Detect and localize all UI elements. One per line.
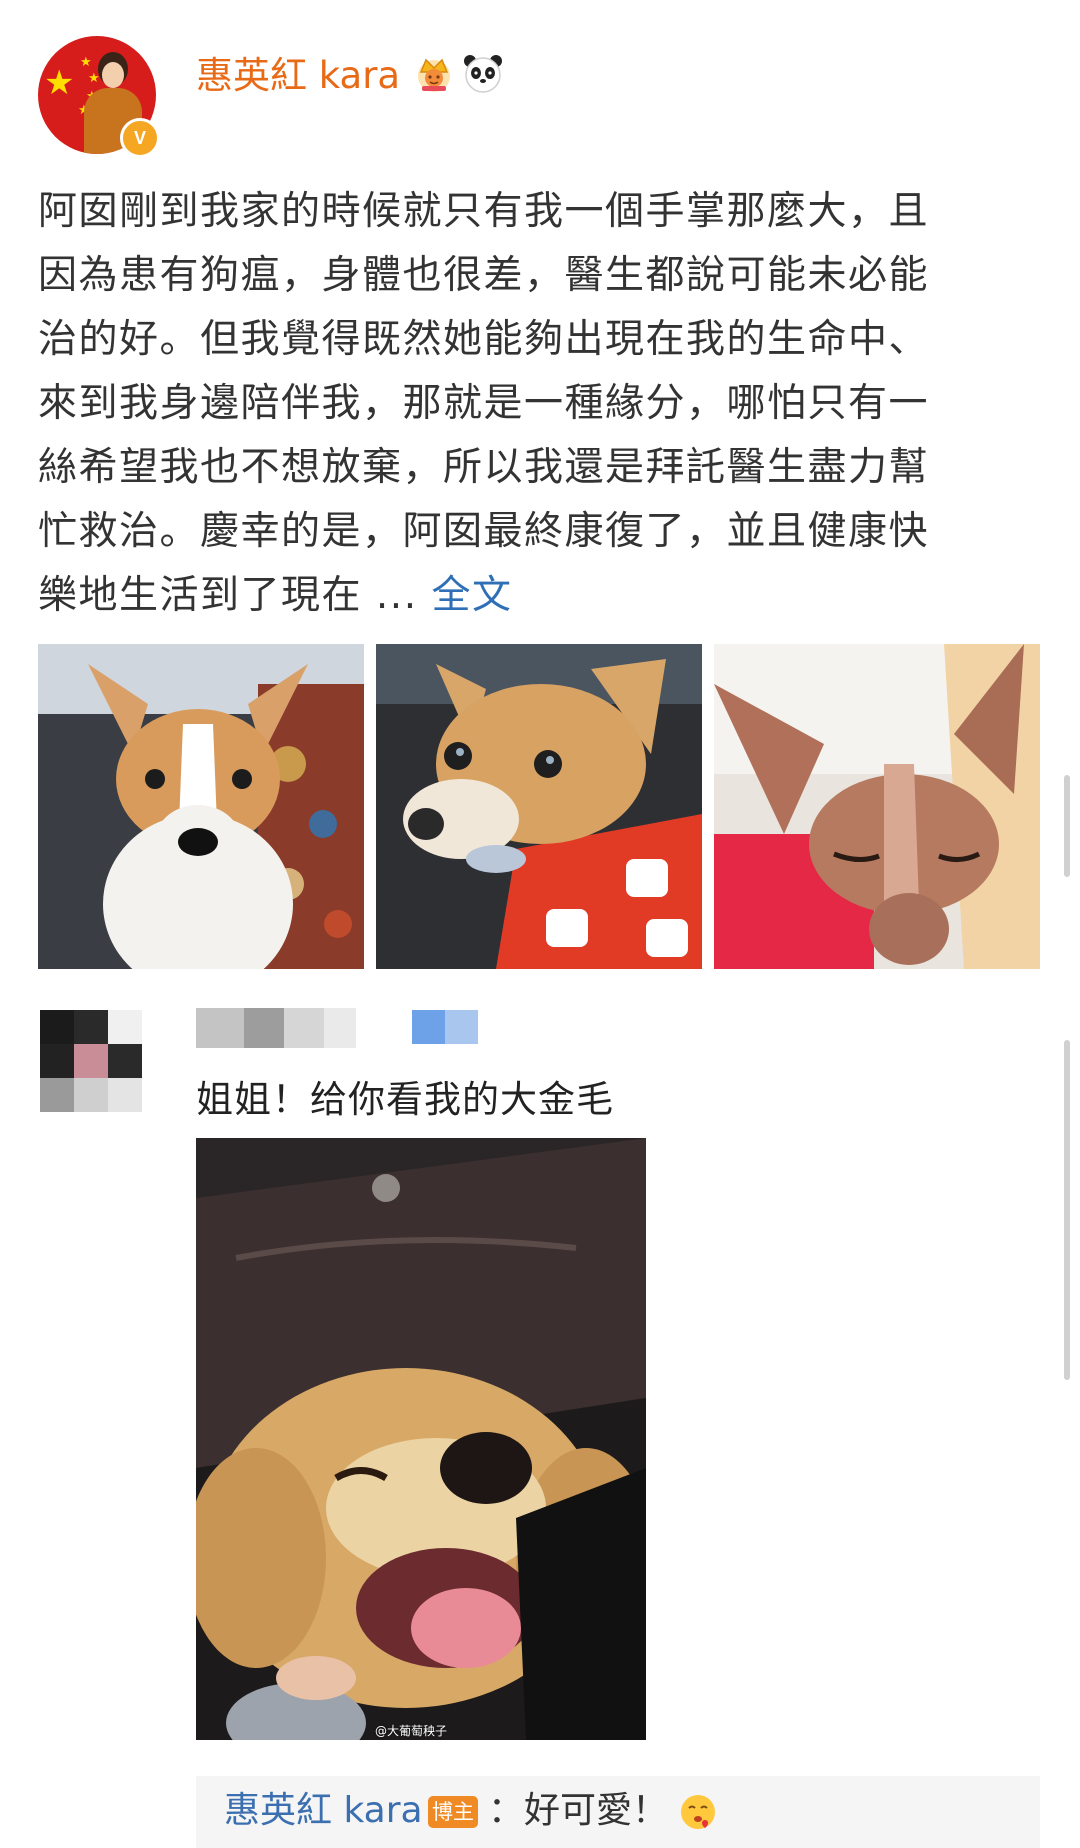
crown-icon (418, 58, 450, 92)
author-name[interactable]: 惠英紅 kara (196, 52, 400, 100)
dog-photo-3[interactable] (714, 644, 1040, 969)
post-text-line: 因為患有狗瘟，身體也很差，醫生都說可能未必能 (38, 253, 930, 298)
avatar-person (102, 62, 124, 88)
post-text-line: 絲希望我也不想放棄，所以我還是拜託醫生盡力幫 (38, 445, 930, 490)
post-text-last-line: 樂地生活到了現在 ... 全文 (38, 564, 1048, 628)
verified-badge: V (120, 118, 160, 158)
image-watermark: @大葡萄秧子 (375, 1724, 448, 1738)
comment-text: 姐姐！给你看我的大金毛 (196, 1078, 614, 1121)
flag-star-icon: ★ (80, 55, 92, 70)
scrollbar-thumb[interactable] (1064, 775, 1070, 877)
reply-text: ：好可愛！ (488, 1790, 669, 1831)
heart-face-emoji-icon (681, 1795, 715, 1829)
post-body: 阿囡剛到我家的時候就只有我一個手掌那麼大，且 因為患有狗瘟，身體也很差，醫生都說… (38, 180, 1048, 628)
dog-photo-2[interactable] (376, 644, 702, 969)
author-reply[interactable]: 惠英紅 kara 博主 ：好可愛！ (196, 1776, 1040, 1848)
blogger-tag: 博主 (428, 1796, 478, 1828)
scrollbar-thumb[interactable] (1064, 1040, 1070, 1380)
post-text-line: 阿囡剛到我家的時候就只有我一個手掌那麼大，且 (38, 189, 930, 234)
post-text-line: 忙救治。慶幸的是，阿囡最終康復了，並且健康快 (38, 509, 930, 554)
reply-author-name[interactable]: 惠英紅 kara (224, 1786, 423, 1836)
golden-retriever-photo[interactable] (196, 1138, 646, 1740)
panda-icon (464, 55, 502, 93)
commenter-badge-redacted (412, 1010, 478, 1044)
weibo-post-page: ★ ★ ★ ★ ★ V 惠英紅 kara 阿囡剛到我家的時候就只有我一個手掌那麼… (0, 0, 1080, 1848)
post-text-line: 來到我身邊陪伴我，那就是一種緣分，哪怕只有一 (38, 381, 930, 426)
commenter-avatar[interactable] (40, 1010, 142, 1112)
post-text-line: 治的好。但我覺得既然她能夠出現在我的生命中、 (38, 317, 930, 362)
post-text-line: 樂地生活到了現在 ... (38, 573, 418, 618)
flag-star-icon: ★ (44, 63, 75, 103)
fulltext-link[interactable]: 全文 (432, 573, 513, 618)
commenter-name-redacted[interactable] (196, 1008, 356, 1048)
dog-photo-1[interactable] (38, 644, 364, 969)
